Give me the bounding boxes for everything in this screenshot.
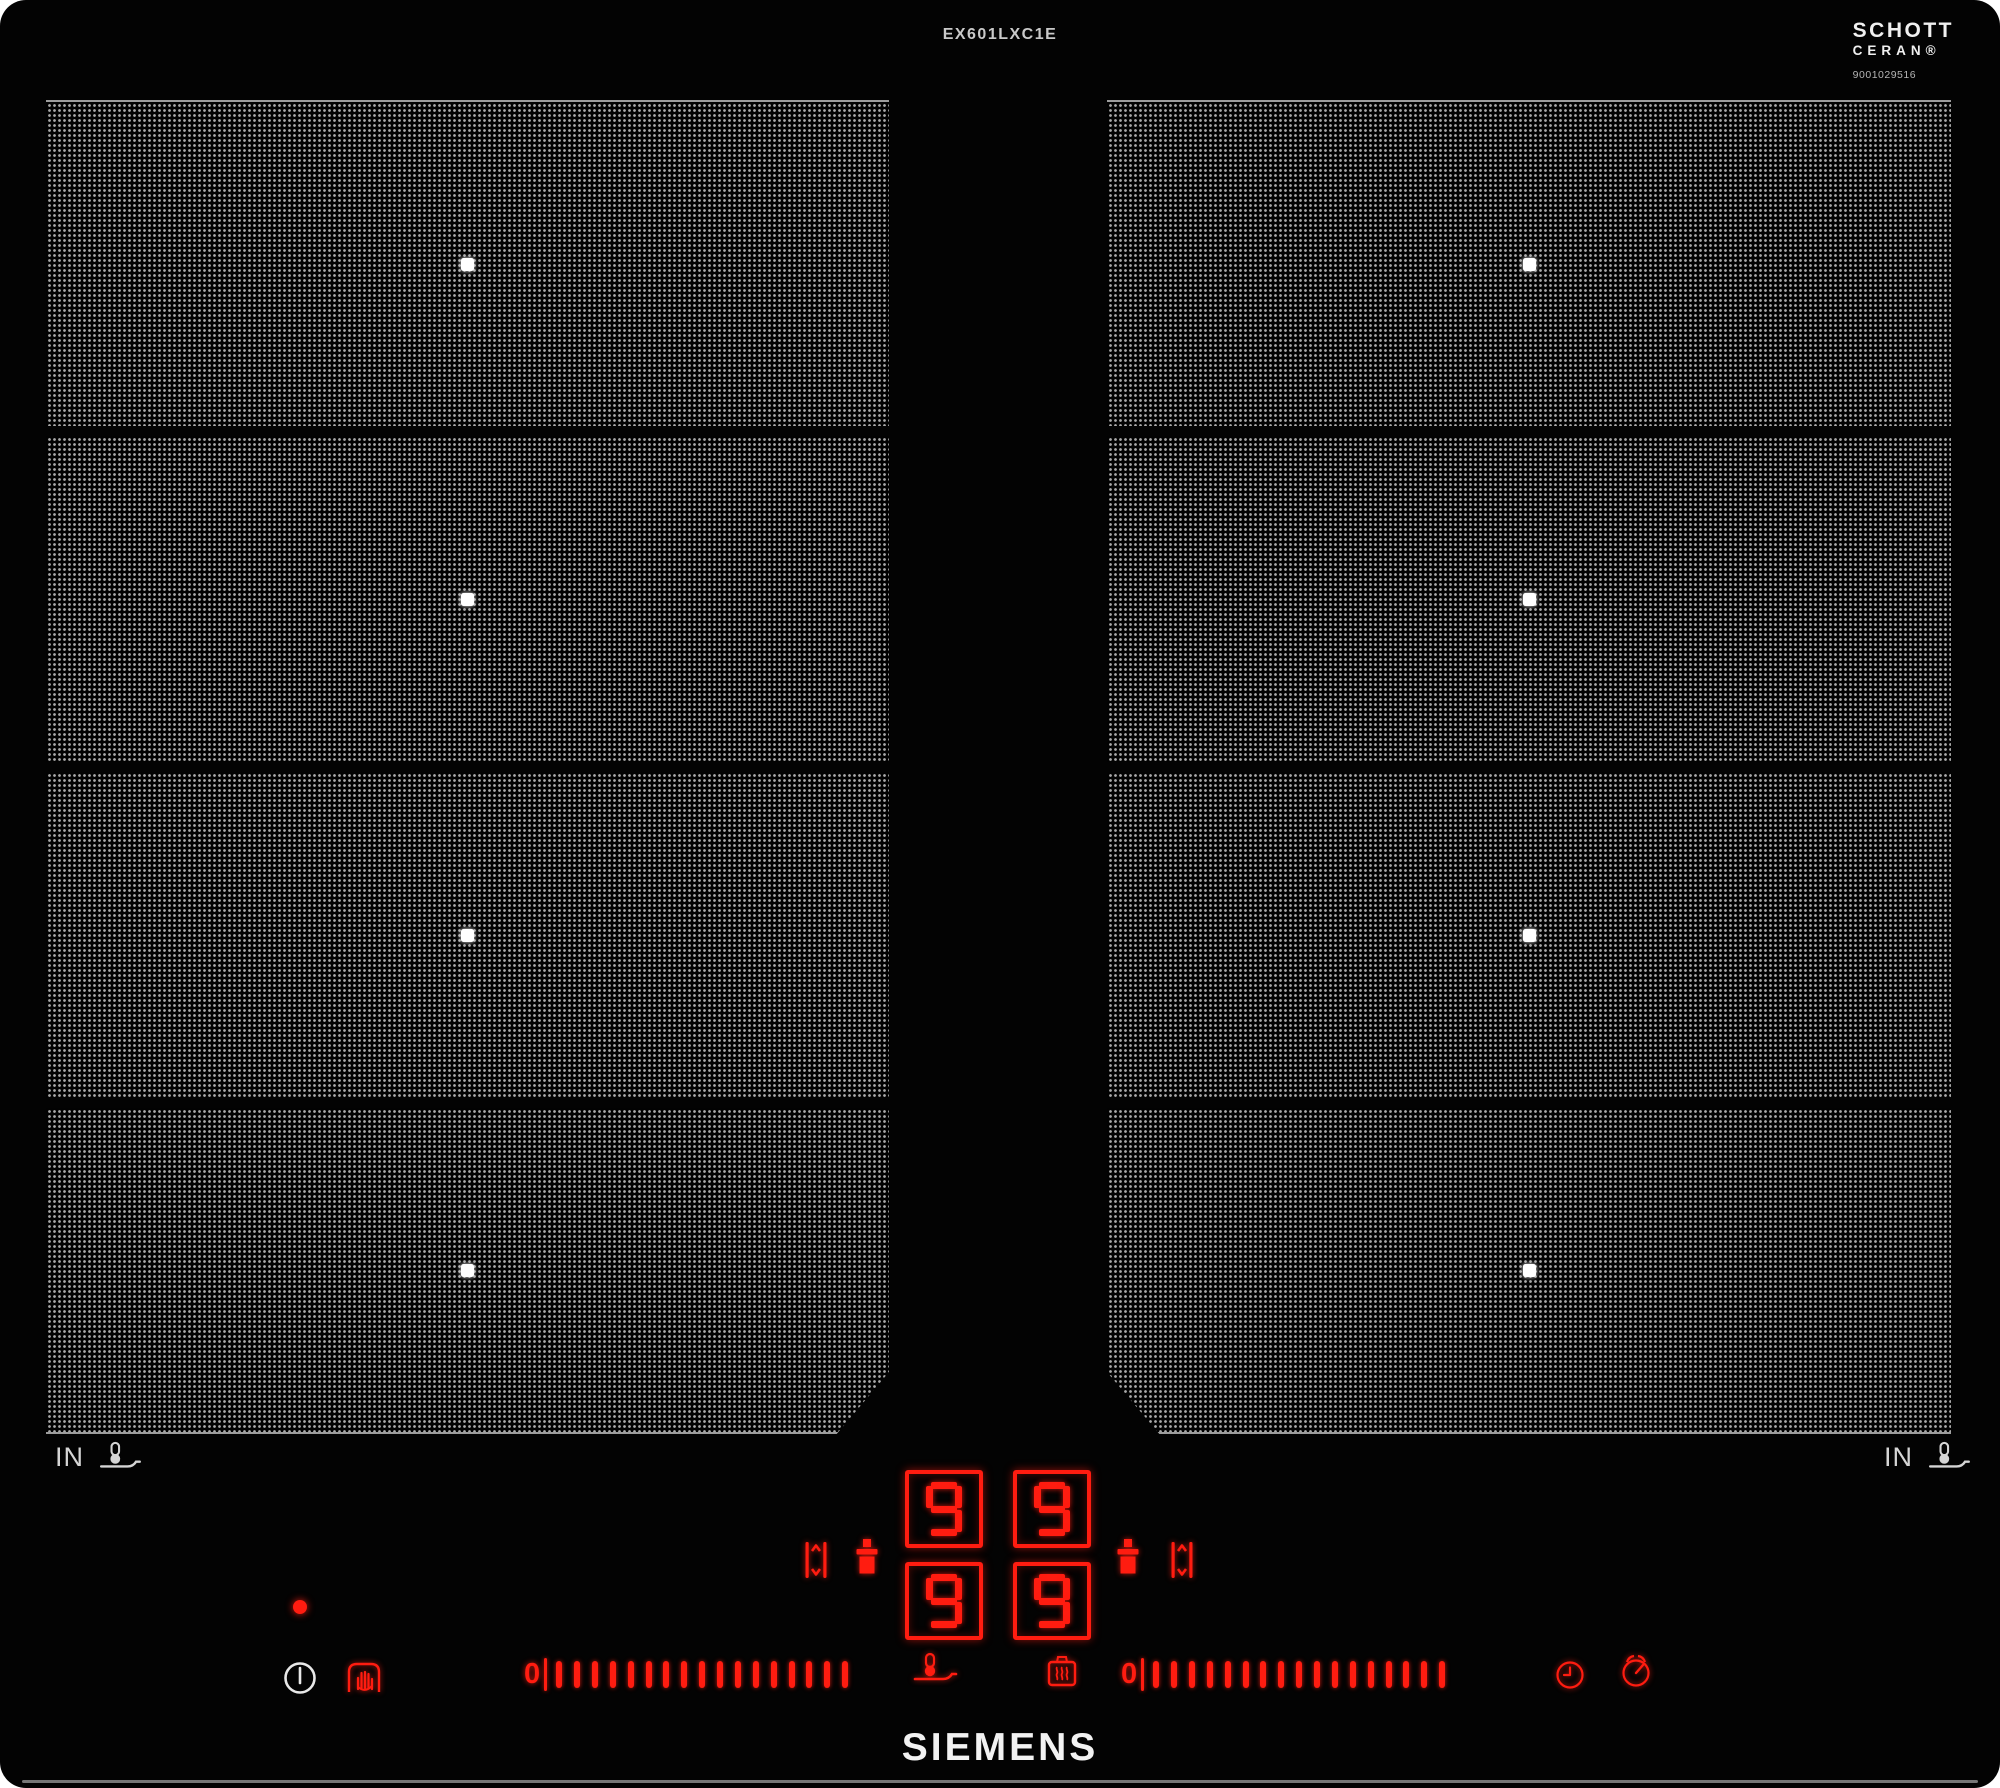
in-marking-right: IN	[1884, 1441, 1972, 1473]
slider-zero-separator	[544, 1658, 547, 1691]
slider-zero-label[interactable]: 0	[1121, 1660, 1137, 1689]
cooking-zone-band	[1107, 436, 1951, 762]
pan-sensor-icon	[1926, 1441, 1972, 1473]
cooking-zone-band	[1107, 100, 1951, 426]
cooking-zone-band	[46, 436, 889, 762]
in-label: IN	[1884, 1442, 1913, 1473]
pot-indicator-right	[1117, 1538, 1139, 1578]
siemens-logo: SIEMENS	[0, 1726, 2000, 1770]
pan-sensor-icon	[97, 1441, 143, 1473]
induction-cooktop-surface: EX601LXC1E SCHOTT CERAN® 9001029516 IN I…	[0, 0, 2000, 1788]
cooking-zone-band	[46, 1108, 889, 1434]
zone-center-marker	[461, 593, 474, 606]
slider-tick-scale[interactable]	[556, 1661, 848, 1688]
brackets-arrows-icon	[803, 1537, 829, 1583]
zone-center-marker	[1523, 593, 1536, 606]
kitchen-timer-button[interactable]	[1619, 1653, 1653, 1689]
pan-thermometer-icon	[912, 1650, 958, 1688]
power-slider-left[interactable]: 0	[524, 1652, 848, 1696]
cooking-sensor-button[interactable]	[1045, 1653, 1079, 1689]
pot-indicator-left	[856, 1538, 878, 1578]
in-label: IN	[55, 1442, 84, 1473]
slider-zero-separator	[1141, 1658, 1144, 1691]
egg-timer-icon	[1619, 1653, 1653, 1689]
pot-heat-waves-icon	[1045, 1653, 1079, 1689]
brackets-arrows-icon	[1169, 1537, 1195, 1583]
zone-center-marker	[1523, 929, 1536, 942]
flex-zone-right	[1107, 100, 1951, 1434]
display-rear-right[interactable]	[1013, 1470, 1091, 1548]
slider-tick-scale[interactable]	[1153, 1661, 1445, 1688]
in-marking-left: IN	[55, 1441, 143, 1473]
zone-center-marker	[461, 929, 474, 942]
seven-segment-digit	[1034, 1482, 1070, 1536]
frying-sensor-button[interactable]	[912, 1650, 958, 1688]
power-level-displays	[905, 1470, 1091, 1640]
power-slider-right[interactable]: 0	[1121, 1652, 1445, 1696]
zone-center-marker	[1523, 258, 1536, 271]
schott-ceran-logo: SCHOTT CERAN® 9001029516	[1853, 20, 1954, 80]
seven-segment-digit	[926, 1482, 962, 1536]
solid-pot-icon	[856, 1538, 878, 1578]
flex-zone-left	[46, 100, 889, 1434]
zone-center-marker	[461, 258, 474, 271]
timer-button[interactable]	[1555, 1660, 1585, 1690]
cleaning-protection-button[interactable]	[345, 1659, 383, 1695]
cooking-zone-band	[1107, 772, 1951, 1098]
hand-in-frame-icon	[345, 1659, 383, 1695]
power-icon	[282, 1660, 318, 1696]
zone-center-marker	[461, 1264, 474, 1277]
glass-bottom-edge	[22, 1780, 1978, 1783]
display-front-left[interactable]	[905, 1562, 983, 1640]
cooking-zone-band	[46, 772, 889, 1098]
power-indicator-dot	[293, 1600, 307, 1614]
clock-icon	[1555, 1660, 1585, 1690]
cooking-zone-band	[46, 100, 889, 426]
model-number: EX601LXC1E	[0, 26, 2000, 44]
combine-zones-button-left[interactable]	[803, 1537, 829, 1583]
seven-segment-digit	[926, 1574, 962, 1628]
schott-logo-line2: CERAN®	[1853, 44, 1954, 58]
display-rear-left[interactable]	[905, 1470, 983, 1548]
cooking-zone-band	[1107, 1108, 1951, 1434]
zone-center-marker	[1523, 1264, 1536, 1277]
combine-zones-button-right[interactable]	[1169, 1537, 1195, 1583]
schott-logo-line1: SCHOTT	[1853, 20, 1954, 41]
slider-zero-label[interactable]: 0	[524, 1660, 540, 1689]
seven-segment-digit	[1034, 1574, 1070, 1628]
solid-pot-icon	[1117, 1538, 1139, 1578]
schott-part-number: 9001029516	[1853, 70, 1954, 81]
power-button[interactable]	[282, 1660, 318, 1696]
display-front-right[interactable]	[1013, 1562, 1091, 1640]
